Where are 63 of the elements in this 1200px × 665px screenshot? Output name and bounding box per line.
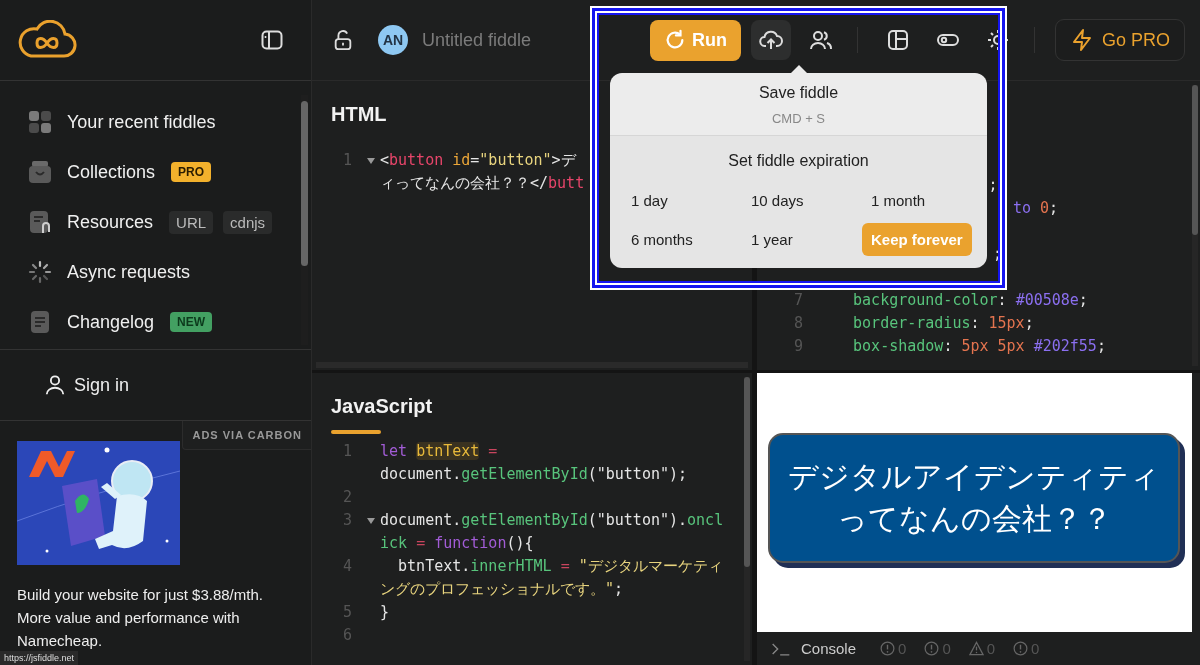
sign-in-button[interactable]: Sign in <box>40 370 134 400</box>
save-fiddle-option[interactable]: Save fiddle <box>758 83 839 103</box>
fold-arrow-icon[interactable] <box>367 157 375 164</box>
code-line: border-radius: 15px; <box>852 313 1034 334</box>
grid-icon <box>28 110 52 134</box>
console-tab[interactable]: Console <box>801 640 857 657</box>
status-url: https://jsfiddle.net <box>0 651 79 665</box>
code-line: <button id="button">デ <box>380 150 576 171</box>
info-icon <box>1013 641 1029 656</box>
code-line: } <box>380 602 390 623</box>
go-pro-button[interactable]: Go PRO <box>1054 19 1185 61</box>
avatar[interactable]: AN <box>378 25 408 55</box>
code-line: ングのプロフェッショナルです。"; <box>380 579 624 600</box>
info-icon <box>880 641 896 656</box>
ad-text[interactable]: Build your website for just $3.88/mth. More value and performance with Namecheap. <box>17 583 287 652</box>
info-icon <box>924 641 940 656</box>
unlocked-lock-icon[interactable] <box>332 29 354 51</box>
expiration-option[interactable]: 1 month <box>862 184 935 217</box>
nav-link[interactable]: Resources <box>67 211 154 233</box>
expiration-option[interactable]: 10 days <box>742 184 813 217</box>
code-line: document.getElementById("button").oncl <box>380 510 724 531</box>
panel-title: JavaScript <box>312 373 433 434</box>
badge: cdnjs <box>223 210 273 234</box>
badge: NEW <box>170 312 213 332</box>
code-line: ick = function(){ <box>380 533 534 554</box>
code-line: box-shadow: 5px 5px #202f55; <box>852 336 1106 357</box>
sidebar-toggle-icon[interactable] <box>260 28 284 52</box>
ad-tag[interactable]: ADS VIA CARBON <box>182 421 311 450</box>
code-line: ; <box>988 175 998 196</box>
document-icon <box>28 310 52 334</box>
expiration-option[interactable]: 1 year <box>742 223 802 256</box>
nav-link[interactable]: Your recent fiddles <box>67 111 216 133</box>
code-line: btnText.innerHTML = "デジタルマーケティ <box>397 556 723 577</box>
badge: PRO <box>171 162 212 182</box>
users-icon <box>808 28 833 52</box>
save-section[interactable]: Save fiddle CMD + S <box>610 73 987 136</box>
fiddle-title[interactable]: Untitled fiddle <box>422 29 532 51</box>
layout-icon <box>885 28 910 52</box>
nav-link[interactable]: Changelog <box>67 311 155 333</box>
code-line: background-color: #00508e; <box>852 290 1088 311</box>
keyboard-shortcut: CMD + S <box>771 111 826 126</box>
badge: URL <box>169 210 214 234</box>
code-line: document.getElementById("button"); <box>380 464 688 485</box>
code-line: ィってなんの会社？？</butt <box>380 173 585 194</box>
terminal-icon[interactable] <box>771 641 791 656</box>
warning-icon <box>968 641 984 656</box>
expiration-option[interactable]: 6 months <box>622 223 702 256</box>
code-line: let btnText = <box>380 441 498 462</box>
spinner-icon <box>28 260 52 284</box>
fold-arrow-icon[interactable] <box>367 517 375 524</box>
sun-icon <box>985 28 1010 52</box>
nav-link[interactable]: Async requests <box>67 261 191 283</box>
box-icon <box>28 160 52 184</box>
upload-button[interactable] <box>750 20 791 60</box>
document-clip-icon <box>28 210 52 234</box>
code-line: to 0; <box>1012 198 1059 219</box>
user-icon <box>44 374 66 396</box>
expiration-option[interactable]: 1 day <box>622 184 677 217</box>
cloud-logo-icon[interactable] <box>17 20 77 60</box>
section-title: Set fiddle expiration <box>728 152 869 170</box>
nav-link[interactable]: Collections <box>67 161 156 183</box>
panel-title: HTML <box>330 102 388 126</box>
cloud-upload-icon <box>758 28 783 52</box>
